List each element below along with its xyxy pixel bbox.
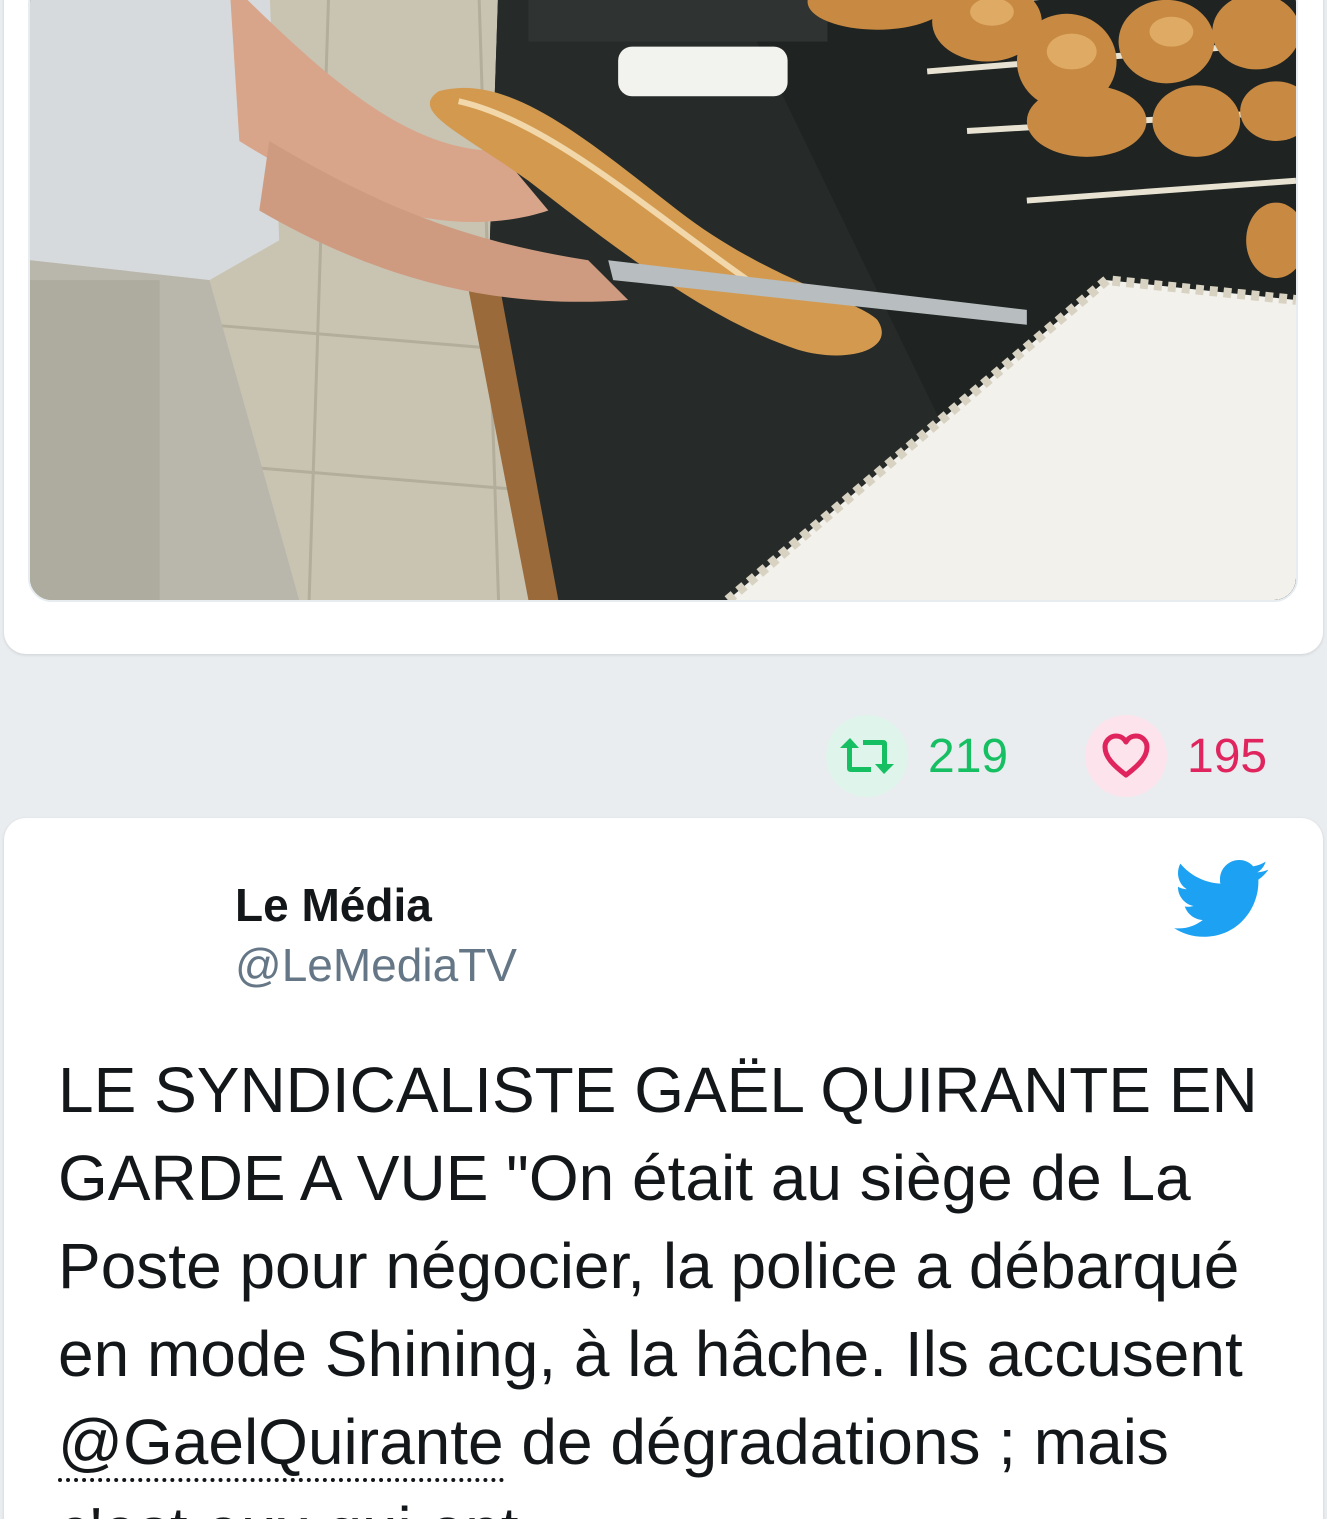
heart-icon[interactable] [1085,715,1167,797]
baker-photo-image [30,0,1296,600]
tweet-card[interactable]: Le Média @LeMediaTV LE SYNDICALISTE GAËL… [4,818,1323,1519]
retweet-action[interactable]: 219 [826,714,1008,798]
retweet-icon[interactable] [826,715,908,797]
like-action[interactable]: 195 [1085,714,1267,798]
avatar[interactable] [58,876,202,1020]
retweet-count: 219 [928,729,1009,783]
mention-link[interactable]: @GaelQuirante [58,1406,504,1482]
like-count: 195 [1187,729,1268,783]
author-handle[interactable]: @LeMediaTV [235,938,517,992]
tweet-text-part-1: LE SYNDICALISTE GAËL QUIRANTE EN GARDE A… [58,1054,1258,1390]
tweet-text: LE SYNDICALISTE GAËL QUIRANTE EN GARDE A… [58,1046,1288,1519]
twitter-bird-icon[interactable] [1174,860,1270,940]
engagement-bar: 219 195 [0,714,1327,798]
tweet-photo[interactable] [28,0,1298,602]
tweet-feed: 219 195 Le Média @LeMediaTV LE SYNDICALI… [0,0,1327,1519]
author-name[interactable]: Le Média [235,878,432,932]
